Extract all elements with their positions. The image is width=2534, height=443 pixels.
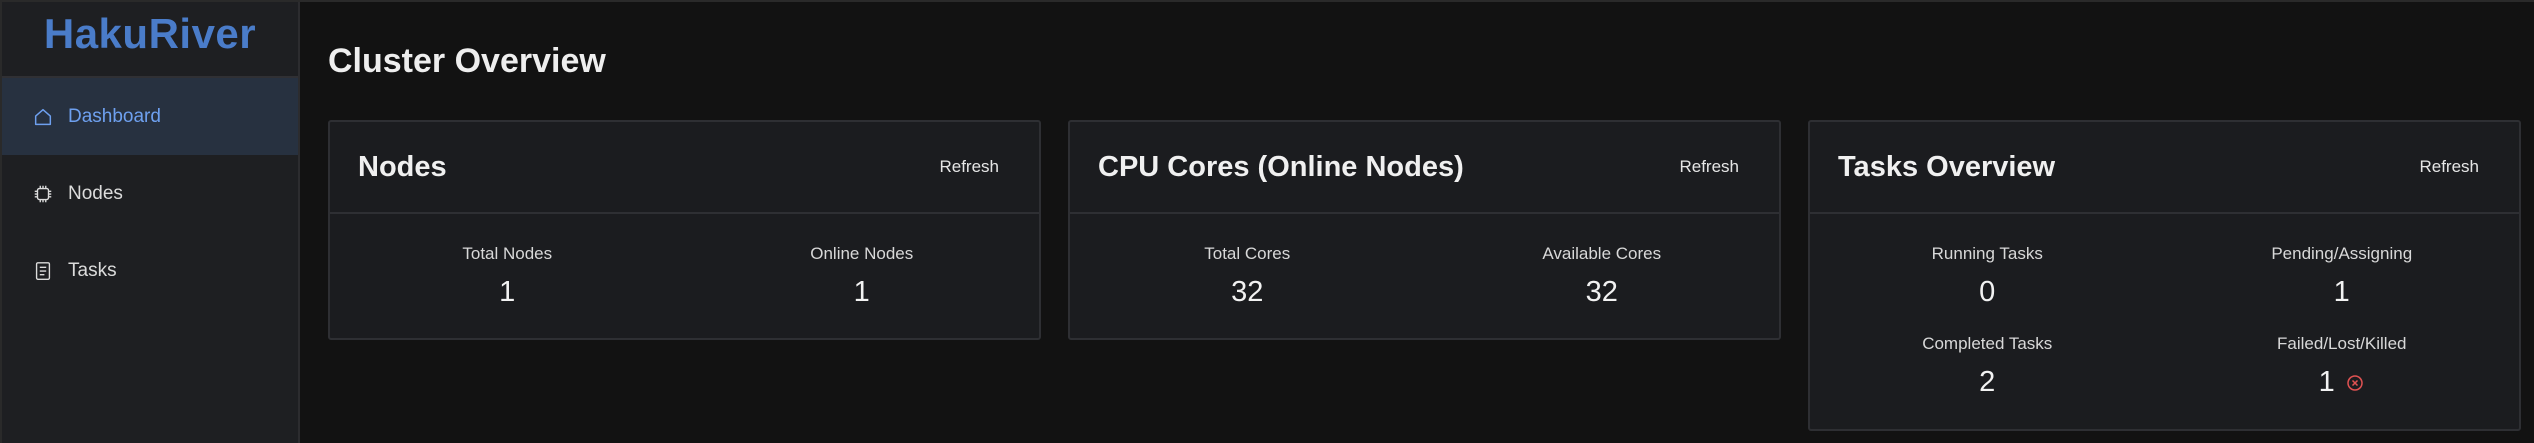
refresh-button[interactable]: Refresh <box>939 157 999 177</box>
sidebar-item-label: Dashboard <box>68 105 161 127</box>
sidebar-item-nodes[interactable]: Nodes <box>2 155 298 232</box>
sidebar-item-label: Nodes <box>68 182 123 204</box>
stat-number: 1 <box>2333 276 2350 308</box>
sidebar-item-label: Tasks <box>68 259 117 281</box>
stat-label: Completed Tasks <box>1922 334 2053 353</box>
document-list-icon <box>32 260 54 282</box>
stat-label: Total Nodes <box>462 244 553 263</box>
stat-total-cores: Total Cores 32 <box>1070 244 1425 334</box>
stat-label: Running Tasks <box>1931 244 2043 263</box>
sidebar-nav: Dashboard Nodes Tasks <box>2 78 298 309</box>
stat-label: Pending/Assigning <box>2271 244 2413 263</box>
stat-value: 1 <box>2334 276 2350 309</box>
page-title: Cluster Overview <box>328 42 606 80</box>
stat-label: Total Cores <box>1204 244 1291 263</box>
stat-running-tasks: Running Tasks 0 <box>1810 244 2165 334</box>
home-icon <box>32 106 54 128</box>
sidebar-item-tasks[interactable]: Tasks <box>2 232 298 309</box>
stat-value: 0 <box>1979 276 1995 309</box>
stat-value: 2 <box>1979 366 1995 399</box>
stat-available-cores: Available Cores 32 <box>1425 244 1780 334</box>
stat-pending-assigning: Pending/Assigning 1 <box>2165 244 2520 334</box>
sidebar: HakuRiver Dashboard Nodes Tasks <box>2 2 300 443</box>
tasks-overview-card: Tasks Overview Refresh Running Tasks 0 P… <box>1808 120 2521 431</box>
card-header: CPU Cores (Online Nodes) Refresh <box>1070 122 1779 214</box>
stat-number: 1 <box>2318 366 2335 398</box>
stat-value: 1 <box>854 276 870 309</box>
nodes-card: Nodes Refresh Total Nodes 1 Online Nodes… <box>328 120 1041 340</box>
stat-number: 2 <box>1979 366 1996 398</box>
stat-label: Failed/Lost/Killed <box>2277 334 2407 353</box>
stat-number: 32 <box>1231 276 1264 308</box>
cpu-cores-card: CPU Cores (Online Nodes) Refresh Total C… <box>1068 120 1781 340</box>
stat-failed-lost-killed: Failed/Lost/Killed 1 <box>2165 334 2520 424</box>
stat-value: 32 <box>1231 276 1263 309</box>
stat-label: Online Nodes <box>810 244 914 263</box>
card-body: Total Nodes 1 Online Nodes 1 <box>330 214 1039 334</box>
stat-value: 32 <box>1586 276 1618 309</box>
card-title: Nodes <box>358 150 447 183</box>
refresh-button[interactable]: Refresh <box>1679 157 1739 177</box>
refresh-button[interactable]: Refresh <box>2419 157 2479 177</box>
stat-number: 1 <box>499 276 516 308</box>
stat-value: 1 <box>499 276 515 309</box>
stat-label: Available Cores <box>1542 244 1662 263</box>
card-body: Running Tasks 0 Pending/Assigning 1 Comp… <box>1810 214 2519 424</box>
error-circle-icon <box>2345 373 2365 393</box>
card-title: Tasks Overview <box>1838 150 2056 183</box>
stat-number: 32 <box>1585 276 1618 308</box>
cpu-chip-icon <box>32 183 54 205</box>
stat-number: 1 <box>853 276 870 308</box>
card-header: Nodes Refresh <box>330 122 1039 214</box>
stat-number: 0 <box>1979 276 1996 308</box>
stat-value: 1 <box>2319 366 2365 399</box>
app-window: HakuRiver Dashboard Nodes Tasks Cluster … <box>0 0 2534 443</box>
sidebar-item-dashboard[interactable]: Dashboard <box>2 78 298 155</box>
brand-logo[interactable]: HakuRiver <box>2 2 298 78</box>
card-body: Total Cores 32 Available Cores 32 <box>1070 214 1779 334</box>
stat-online-nodes: Online Nodes 1 <box>685 244 1040 334</box>
stat-total-nodes: Total Nodes 1 <box>330 244 685 334</box>
card-header: Tasks Overview Refresh <box>1810 122 2519 214</box>
card-title: CPU Cores (Online Nodes) <box>1098 150 1464 183</box>
main-content: Cluster Overview Nodes Refresh Total Nod… <box>302 2 2534 443</box>
stat-completed-tasks: Completed Tasks 2 <box>1810 334 2165 424</box>
